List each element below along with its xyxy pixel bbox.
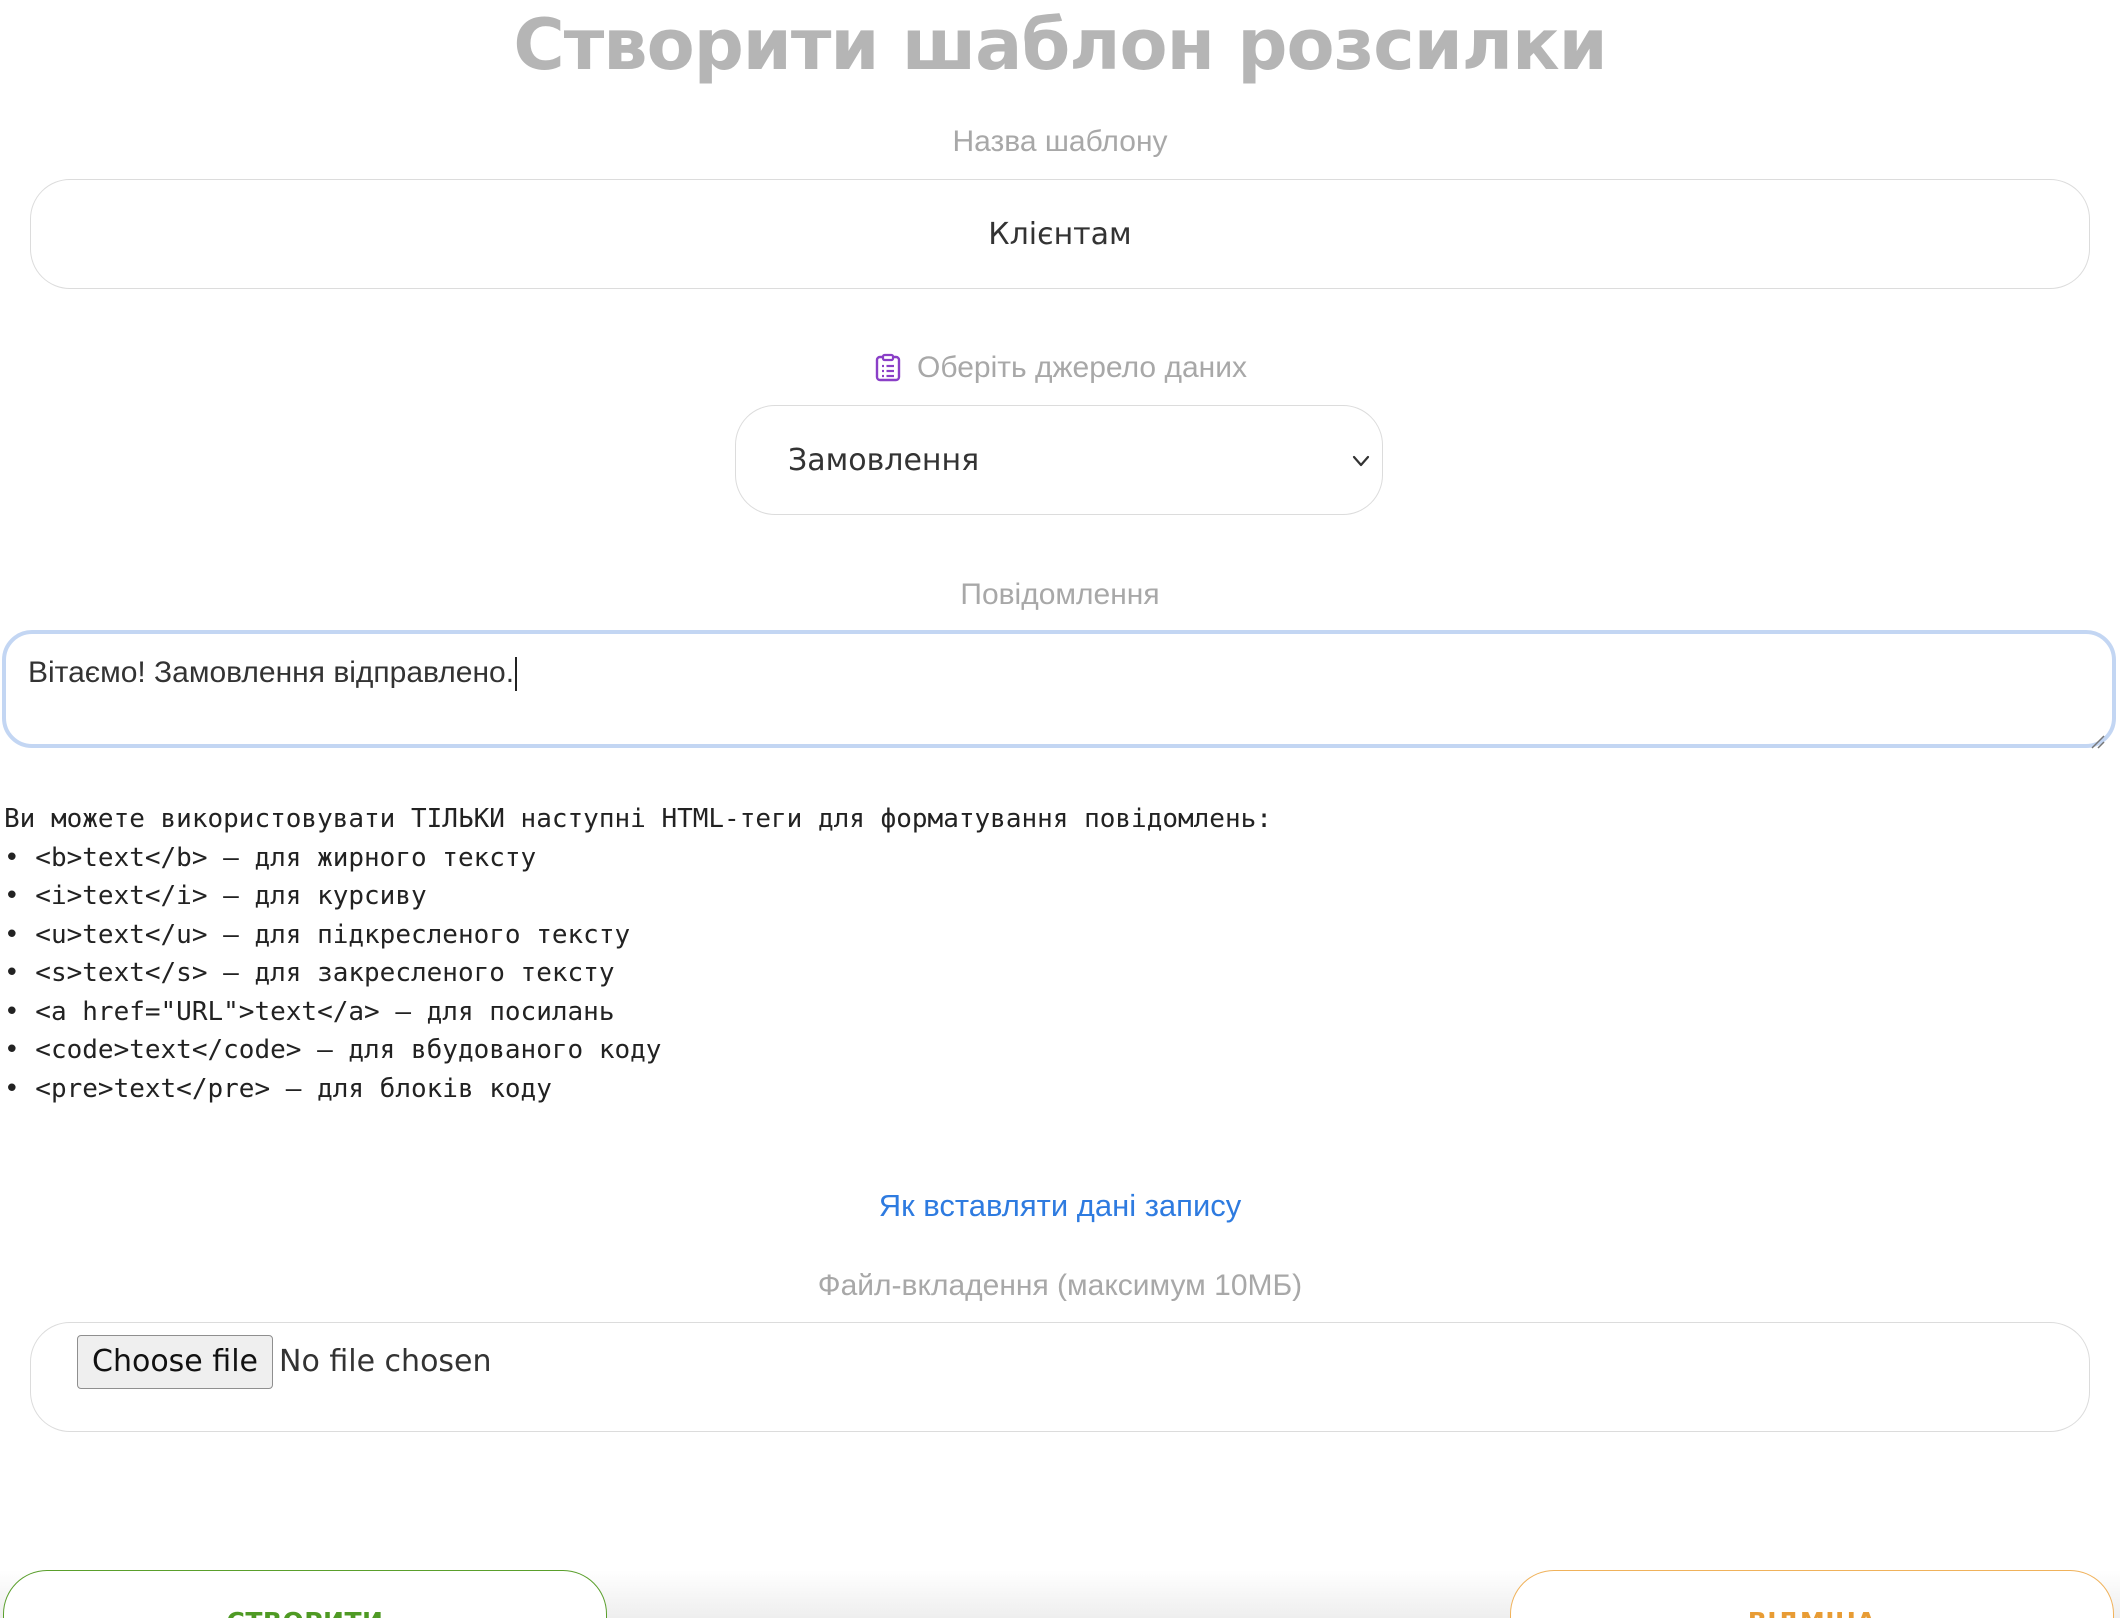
- create-button[interactable]: СТВОРИТИ: [3, 1570, 607, 1618]
- data-source-selected-value: Замовлення: [788, 443, 980, 478]
- formatting-help-intro: Ви можете використовувати ТІЛЬКИ наступн…: [4, 804, 1272, 834]
- file-status-text: No file chosen: [279, 1344, 492, 1379]
- formatting-help-item: • <pre>text</pre> – для блоків коду: [4, 1073, 552, 1104]
- choose-file-button[interactable]: Choose file: [77, 1335, 273, 1389]
- cancel-button[interactable]: ВІДМІНА: [1510, 1570, 2114, 1618]
- insert-record-data-help-link[interactable]: Як вставляти дані запису: [0, 1186, 2120, 1226]
- formatting-help: Ви можете використовувати ТІЛЬКИ наступн…: [4, 800, 1272, 1108]
- message-textarea[interactable]: Вітаємо! Замовлення відправлено.: [2, 630, 2116, 749]
- clipboard-list-icon: [873, 353, 903, 383]
- message-text: Вітаємо! Замовлення відправлено.: [28, 656, 515, 689]
- data-source-label: Оберіть джерело даних: [917, 351, 1247, 384]
- text-caret: [515, 657, 518, 692]
- formatting-help-item: • <u>text</u> – для підкресленого тексту: [4, 919, 631, 950]
- create-template-page: Створити шаблон розсилки Назва шаблону О…: [0, 0, 2120, 1618]
- chevron-down-icon: [1350, 450, 1372, 472]
- template-name-input[interactable]: [30, 179, 2090, 289]
- template-name-label: Назва шаблону: [952, 125, 1168, 158]
- data-source-select[interactable]: Замовлення: [735, 405, 1383, 515]
- resize-handle-icon[interactable]: [2088, 722, 2106, 749]
- attachment-file-input[interactable]: Choose file No file chosen: [30, 1322, 2090, 1432]
- formatting-help-item: • <s>text</s> – для закресленого тексту: [4, 958, 615, 988]
- attachment-label: Файл-вкладення (максимум 10МБ): [817, 1269, 1303, 1302]
- data-source-label-row: Оберіть джерело даних: [0, 348, 2120, 388]
- message-label: Повідомлення: [960, 578, 1160, 611]
- page-title: Створити шаблон розсилки: [513, 4, 1607, 86]
- formatting-help-item: • <i>text</i> – для курсиву: [4, 881, 427, 911]
- formatting-help-item: • <b>text</b> – для жирного тексту: [4, 842, 537, 873]
- formatting-help-item: • <a href="URL">text</a> – для посилань: [4, 996, 615, 1027]
- formatting-help-item: • <code>text</code> – для вбудованого ко…: [4, 1035, 662, 1065]
